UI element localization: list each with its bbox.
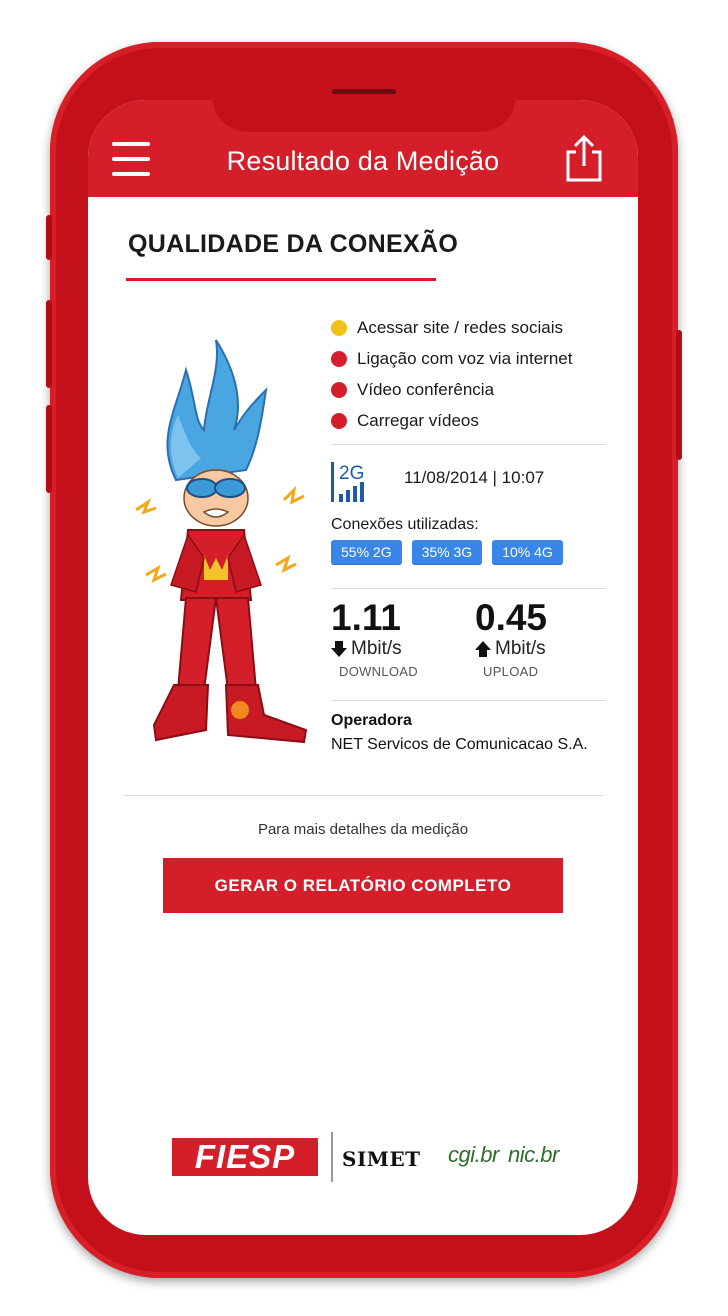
network-2g-icon: 2G	[331, 462, 364, 502]
red-status-dot-icon	[331, 350, 347, 367]
connections-label: Conexões utilizadas:	[331, 516, 479, 533]
quality-item-label: Vídeo conferência	[357, 379, 495, 399]
fiesp-logo: FIESP	[172, 1138, 318, 1176]
cgi-logo: cgi.br	[448, 1142, 499, 1167]
operator-name: NET Servicos de Comunicacao S.A.	[331, 736, 588, 753]
yellow-status-dot-icon	[331, 319, 347, 336]
upload-unit: Mbit/s	[495, 638, 546, 659]
side-button-volume-up	[46, 300, 52, 388]
side-button-power	[676, 330, 682, 460]
section-underline	[126, 278, 436, 281]
download-unit: Mbit/s	[351, 638, 402, 659]
quality-item-label: Ligação com voz via internet	[357, 348, 573, 368]
quality-item-voip: Ligação com voz via internet	[331, 343, 611, 374]
divider	[123, 795, 603, 796]
details-text: Para mais detalhes da medição	[257, 821, 469, 838]
quality-item-label: Acessar site / redes sociais	[357, 317, 563, 337]
quality-list: Acessar site / redes sociais Ligação com…	[331, 312, 611, 436]
side-button-volume-down	[46, 405, 52, 493]
divider	[331, 588, 606, 589]
divider	[331, 444, 606, 445]
share-icon[interactable]	[564, 134, 604, 182]
badge-3g: 35% 3G	[411, 540, 483, 564]
phone-screen: Resultado da Medição QUALIDADE DA CONEXÃ…	[88, 100, 638, 1235]
quality-item-label: Carregar vídeos	[357, 410, 479, 430]
upload-label: UPLOAD	[483, 664, 539, 679]
download-speed: 1.11 Mbit/s DOWNLOAD	[331, 598, 418, 679]
upload-arrow-icon	[475, 641, 491, 657]
upload-value: 0.45	[475, 597, 548, 638]
red-status-dot-icon	[331, 412, 347, 429]
phone-notch	[212, 70, 516, 132]
download-unit-row: Mbit/s	[331, 638, 418, 660]
section-title: QUALIDADE DA CONEXÃO	[128, 230, 459, 258]
logo-separator	[331, 1132, 333, 1182]
generate-report-button[interactable]: GERAR O RELATÓRIO COMPLETO	[163, 858, 563, 913]
quality-item-video-conference: Vídeo conferência	[331, 374, 611, 405]
mascot-illustration	[135, 339, 308, 744]
footer-logos: FIESP SIMET cgi.br nic.br	[172, 1130, 572, 1182]
download-value: 1.11	[331, 597, 401, 638]
divider	[331, 700, 606, 701]
page-title: Resultado da Medição	[226, 146, 500, 176]
red-status-dot-icon	[331, 381, 347, 398]
badge-4g: 10% 4G	[492, 540, 563, 564]
operator-label: Operadora	[331, 712, 412, 729]
upload-speed: 0.45 Mbit/s UPLOAD	[475, 598, 547, 679]
svg-text:2G: 2G	[339, 463, 364, 484]
upload-unit-row: Mbit/s	[475, 638, 547, 660]
quality-item-sites: Acessar site / redes sociais	[331, 312, 611, 343]
download-label: DOWNLOAD	[339, 664, 418, 679]
badge-2g: 55% 2G	[331, 540, 402, 564]
connection-badges: 55% 2G 35% 3G 10% 4G	[331, 540, 563, 564]
simet-logo: SIMET	[342, 1147, 421, 1171]
phone-speaker	[332, 89, 396, 94]
side-button-silent	[46, 215, 52, 260]
download-arrow-icon	[331, 641, 347, 657]
nic-logo: nic.br	[508, 1142, 559, 1167]
quality-item-videos: Carregar vídeos	[331, 405, 611, 436]
measurement-datetime: 11/08/2014 | 10:07	[404, 468, 545, 487]
